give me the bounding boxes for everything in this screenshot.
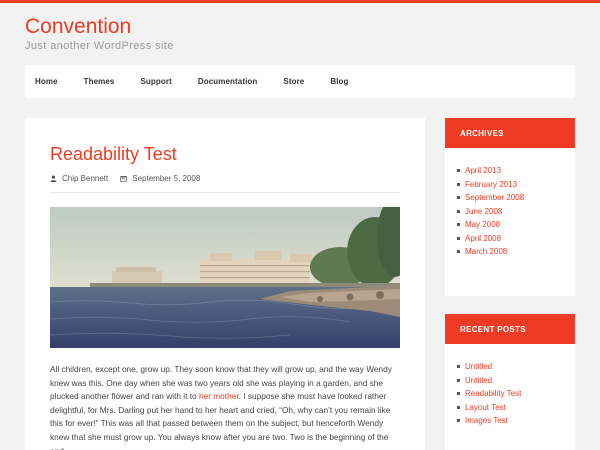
meta-divider [50,192,400,193]
post-date: September 5, 2008 [120,174,200,183]
archives-list: April 2013 February 2013 September 2008 … [445,148,575,259]
post-author: Chip Bennett [50,174,108,183]
calendar-icon [120,176,127,182]
user-icon [50,175,57,182]
archive-link[interactable]: June 2008 [457,205,575,219]
nav-item-support[interactable]: Support [140,77,171,86]
recent-posts-list: Untitled Untitled Readability Test Layou… [445,344,575,428]
recent-post-link[interactable]: Readability Test [457,387,575,401]
post-date-text[interactable]: September 5, 2008 [132,174,200,183]
nav-item-home[interactable]: Home [35,77,58,86]
recent-post-link[interactable]: Images Test [457,414,575,428]
archive-link[interactable]: February 2013 [457,178,575,192]
archive-link[interactable]: May 2008 [457,218,575,232]
post-title[interactable]: Readability Test [50,144,177,165]
archive-link[interactable]: April 2008 [457,232,575,246]
nav-item-documentation[interactable]: Documentation [198,77,258,86]
recent-post-link[interactable]: Untitled [457,360,575,374]
recent-post-link[interactable]: Layout Test [457,401,575,415]
post-content-link[interactable]: her mother [199,391,239,401]
archive-link[interactable]: March 2008 [457,245,575,259]
archives-widget: ARCHIVES April 2013 February 2013 Septem… [445,118,575,296]
recent-posts-widget-title: RECENT POSTS [445,314,575,344]
nav-item-themes[interactable]: Themes [84,77,115,86]
recent-post-link[interactable]: Untitled [457,374,575,388]
nav-item-store[interactable]: Store [283,77,304,86]
nav-item-blog[interactable]: Blog [330,77,348,86]
recent-posts-widget: RECENT POSTS Untitled Untitled Readabili… [445,314,575,450]
post-author-name[interactable]: Chip Bennett [62,174,108,183]
post-meta: Chip Bennett September 5, 2008 [50,174,212,183]
post-content: All children, except one, grow up. They … [50,363,402,450]
featured-image [50,207,400,348]
archives-widget-title: ARCHIVES [445,118,575,148]
archive-link[interactable]: September 2008 [457,191,575,205]
site-description: Just another WordPress site [25,40,174,52]
main-navigation: Home Themes Support Documentation Store … [25,65,575,98]
post-article: Readability Test Chip Bennett September … [25,118,425,450]
site-title[interactable]: Convention [25,15,131,39]
top-accent-bar [0,0,600,3]
archive-link[interactable]: April 2013 [457,164,575,178]
